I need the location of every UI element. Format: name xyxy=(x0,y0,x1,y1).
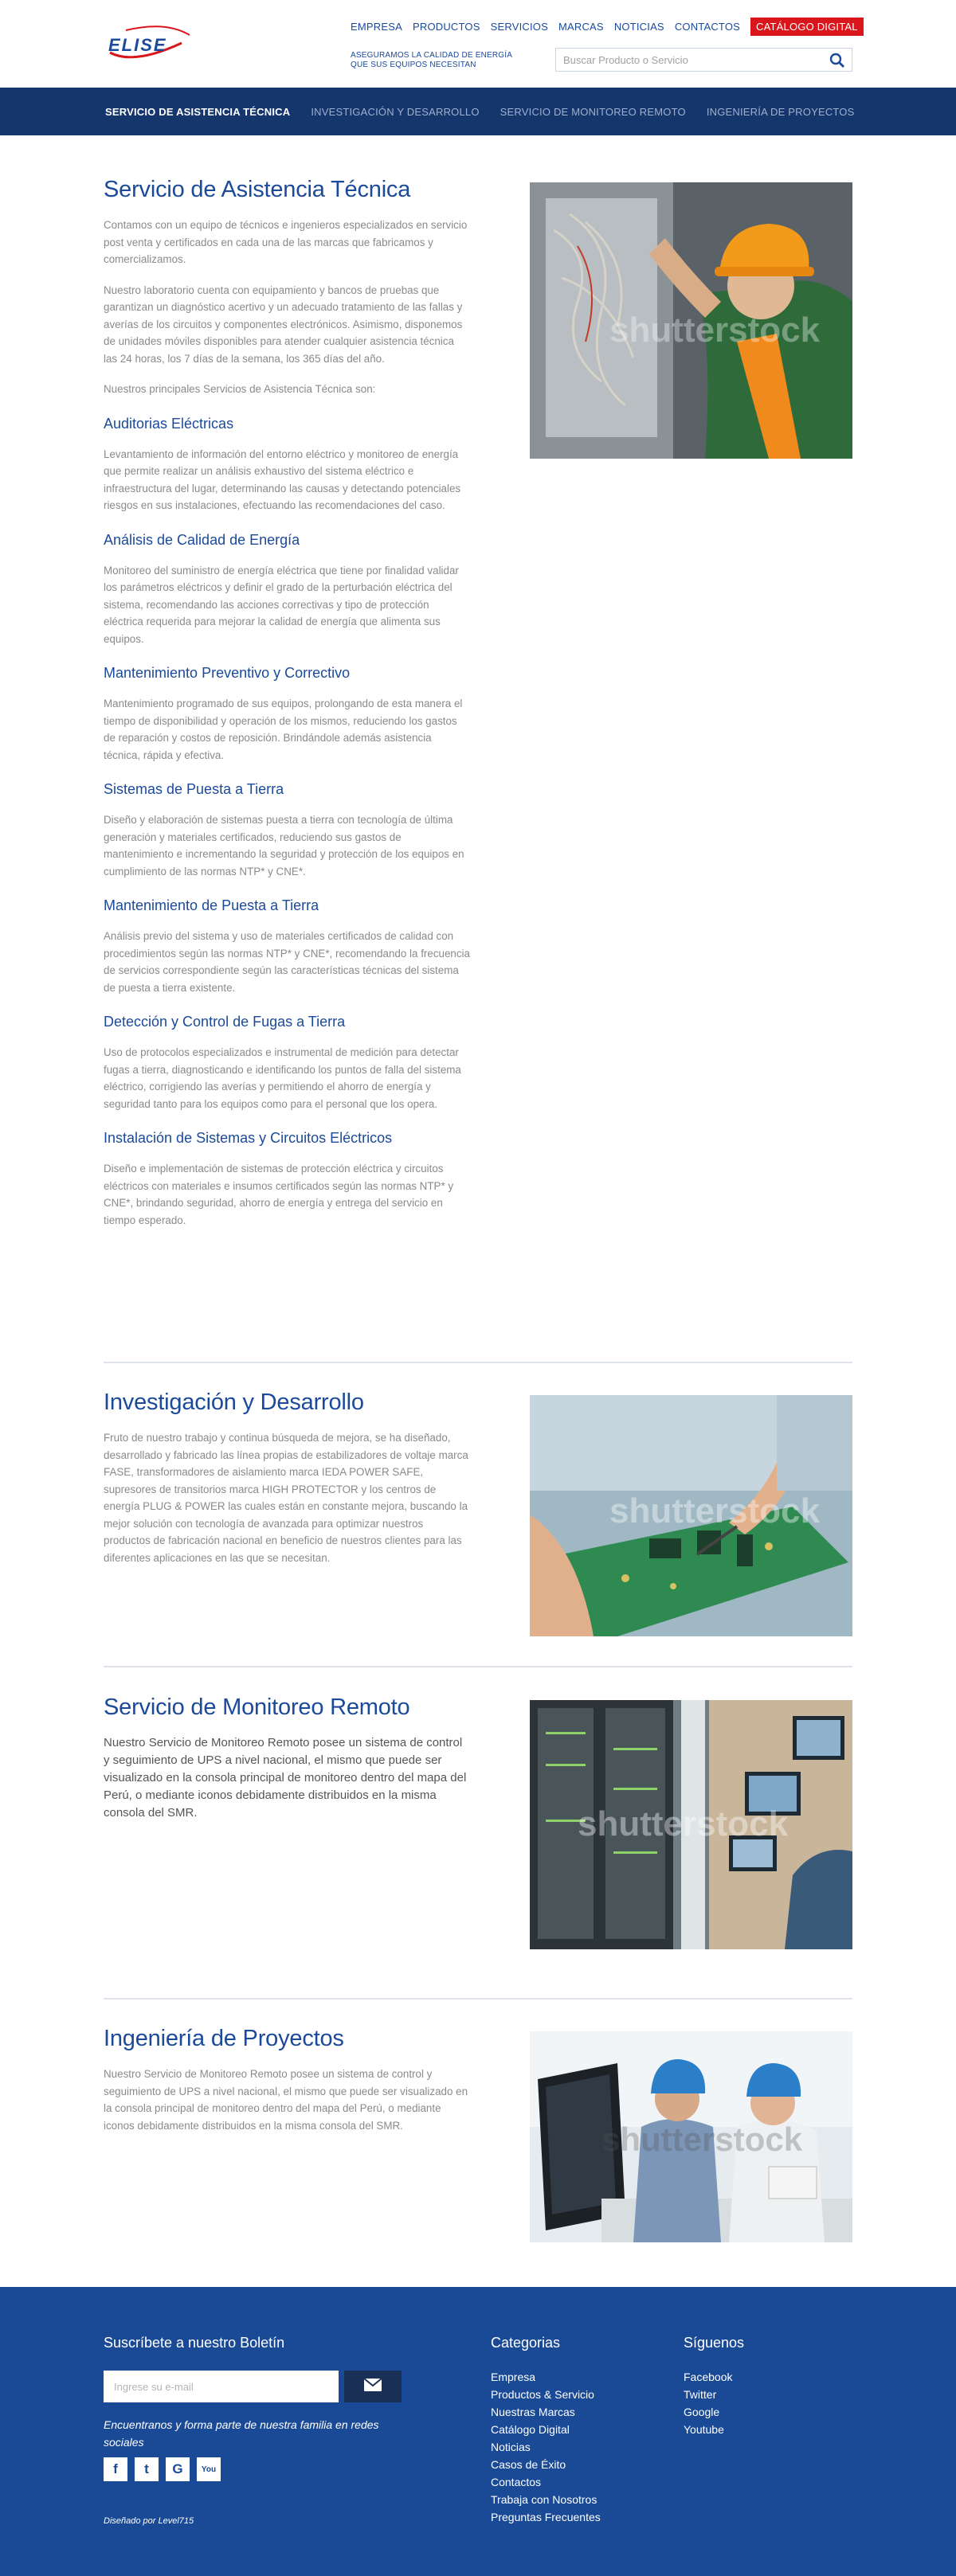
paragraph: Nuestros principales Servicios de Asiste… xyxy=(104,383,376,395)
envelope-icon xyxy=(363,2377,382,2395)
google-icon[interactable]: G xyxy=(166,2457,190,2481)
server-room-photo: shutterstock xyxy=(530,1700,852,1949)
section-divider xyxy=(104,1998,852,1999)
service-item-text: Diseño y elaboración de sistemas puesta … xyxy=(104,814,464,878)
elise-logo[interactable]: ELISE xyxy=(102,19,198,67)
service-item-text: Uso de protocolos especializados e instr… xyxy=(104,1046,461,1110)
paragraph: Nuestro Servicio de Monitoreo Remoto pos… xyxy=(104,2068,468,2132)
service-item-title: Detección y Control de Fugas a Tierra xyxy=(104,1014,346,1030)
section-title: Servicio de Monitoreo Remoto xyxy=(104,1695,410,1720)
service-item-text: Mantenimiento programado de sus equipos,… xyxy=(104,698,463,761)
newsletter-submit-button[interactable] xyxy=(344,2371,402,2402)
service-item-text: Levantamiento de información del entorno… xyxy=(104,448,461,512)
paragraph: Nuestro Servicio de Monitoreo Remoto pos… xyxy=(104,1736,467,1820)
service-item-title: Análisis de Calidad de Energía xyxy=(104,531,300,548)
search-box xyxy=(555,48,852,72)
newsletter-email-input[interactable] xyxy=(104,2371,339,2402)
service-item-title: Sistemas de Puesta a Tierra xyxy=(104,781,284,797)
nav-empresa[interactable]: EMPRESA xyxy=(351,21,402,33)
watermark-text: shutterstock xyxy=(609,1491,821,1530)
engineers-photo: shutterstock xyxy=(530,2031,852,2242)
section-divider xyxy=(104,1362,852,1363)
newsletter-title: Suscríbete a nuestro Boletín xyxy=(104,2335,285,2351)
watermark-text: shutterstock xyxy=(578,1804,789,1843)
social-icons: f t G You xyxy=(104,2457,228,2481)
categories-title: Categorias xyxy=(491,2335,561,2351)
service-item: Auditorias Eléctricas Levantamiento de i… xyxy=(104,416,470,514)
subnav-monitoreo[interactable]: SERVICIO DE MONITOREO REMOTO xyxy=(500,106,686,118)
youtube-icon[interactable]: You xyxy=(197,2457,221,2481)
nav-marcas[interactable]: MARCAS xyxy=(558,21,604,33)
main-nav: EMPRESA PRODUCTOS SERVICIOS MARCAS NOTIC… xyxy=(351,16,864,37)
footer-link-youtube[interactable]: Youtube xyxy=(684,2421,732,2438)
section-title: Ingeniería de Proyectos xyxy=(104,2026,344,2051)
search-icon[interactable] xyxy=(829,53,845,68)
service-item-title: Auditorias Eléctricas xyxy=(104,415,234,432)
follow-list: Facebook Twitter Google Youtube xyxy=(684,2368,732,2438)
section-title: Servicio de Asistencia Técnica xyxy=(104,177,411,202)
header-tagline: ASEGURAMOS LA CALIDAD DE ENERGÍA QUE SUS… xyxy=(351,51,526,70)
footer-link-google[interactable]: Google xyxy=(684,2403,732,2421)
service-item-title: Mantenimiento de Puesta a Tierra xyxy=(104,897,319,913)
technician-photo: shutterstock xyxy=(530,182,852,459)
tagline-line-2: QUE SUS EQUIPOS NECESITAN xyxy=(351,61,476,69)
service-item-title: Mantenimiento Preventivo y Correctivo xyxy=(104,665,351,681)
footer-link-facebook[interactable]: Facebook xyxy=(684,2368,732,2386)
paragraph: Nuestro laboratorio cuenta con equipamie… xyxy=(104,283,463,365)
designed-by: Diseñado por Level715 xyxy=(104,2516,194,2526)
service-item: Detección y Control de Fugas a Tierra Us… xyxy=(104,1014,470,1112)
footer-link-trabaja[interactable]: Trabaja con Nosotros xyxy=(491,2491,601,2508)
service-item: Análisis de Calidad de Energía Monitoreo… xyxy=(104,532,470,648)
nav-contactos[interactable]: CONTACTOS xyxy=(675,21,740,33)
subnav-ingenieria[interactable]: INGENIERÍA DE PROYECTOS xyxy=(707,106,855,118)
services-subnav: SERVICIO DE ASISTENCIA TÉCNICA INVESTIGA… xyxy=(0,88,956,135)
service-item: Instalación de Sistemas y Circuitos Eléc… xyxy=(104,1130,470,1229)
service-item: Mantenimiento Preventivo y Correctivo Ma… xyxy=(104,665,470,764)
footer-link-twitter[interactable]: Twitter xyxy=(684,2386,732,2403)
footer-link-faq[interactable]: Preguntas Frecuentes xyxy=(491,2508,601,2526)
service-item-text: Análisis previo del sistema y uso de mat… xyxy=(104,930,470,994)
footer-link-catalogo[interactable]: Catálogo Digital xyxy=(491,2421,601,2438)
svg-text:ELISE: ELISE xyxy=(108,35,167,55)
subnav-asistencia-tecnica[interactable]: SERVICIO DE ASISTENCIA TÉCNICA xyxy=(105,106,290,118)
tagline-line-1: ASEGURAMOS LA CALIDAD DE ENERGÍA xyxy=(351,51,513,60)
follow-title: Síguenos xyxy=(684,2335,745,2351)
service-item: Mantenimiento de Puesta a Tierra Análisi… xyxy=(104,897,470,996)
nav-noticias[interactable]: NOTICIAS xyxy=(614,21,664,33)
nav-productos[interactable]: PRODUCTOS xyxy=(413,21,480,33)
section-divider xyxy=(104,1666,852,1667)
nav-servicios[interactable]: SERVICIOS xyxy=(491,21,548,33)
subnav-investigacion[interactable]: INVESTIGACIÓN Y DESARROLLO xyxy=(311,106,479,118)
circuit-board-photo: shutterstock xyxy=(530,1395,852,1636)
social-tagline: Encuentranos y forma parte de nuestra fa… xyxy=(104,2418,379,2449)
footer-link-contactos[interactable]: Contactos xyxy=(491,2473,601,2491)
search-input[interactable] xyxy=(556,49,819,71)
site-header: ELISE EMPRESA PRODUCTOS SERVICIOS MARCAS… xyxy=(0,0,956,88)
service-item: Sistemas de Puesta a Tierra Diseño y ela… xyxy=(104,781,470,880)
footer-link-marcas[interactable]: Nuestras Marcas xyxy=(491,2403,601,2421)
watermark-text: shutterstock xyxy=(601,2121,803,2158)
paragraph: Contamos con un equipo de técnicos e ing… xyxy=(104,219,468,265)
catalog-digital-button[interactable]: CATÁLOGO DIGITAL xyxy=(750,17,864,36)
service-item-title: Instalación de Sistemas y Circuitos Eléc… xyxy=(104,1130,393,1146)
site-footer: Suscríbete a nuestro Boletín Encuentrano… xyxy=(0,2287,956,2576)
service-item-text: Diseño e implementación de sistemas de p… xyxy=(104,1163,454,1226)
categories-list: Empresa Productos & Servicio Nuestras Ma… xyxy=(491,2368,601,2526)
paragraph: Fruto de nuestro trabajo y continua búsq… xyxy=(104,1432,468,1564)
footer-link-empresa[interactable]: Empresa xyxy=(491,2368,601,2386)
twitter-icon[interactable]: t xyxy=(135,2457,159,2481)
footer-link-productos[interactable]: Productos & Servicio xyxy=(491,2386,601,2403)
service-item-text: Monitoreo del suministro de energía eléc… xyxy=(104,564,459,645)
section-title: Investigación y Desarrollo xyxy=(104,1390,364,1415)
footer-link-casos[interactable]: Casos de Éxito xyxy=(491,2456,601,2473)
footer-link-noticias[interactable]: Noticias xyxy=(491,2438,601,2456)
watermark-text: shutterstock xyxy=(609,311,821,350)
facebook-icon[interactable]: f xyxy=(104,2457,127,2481)
